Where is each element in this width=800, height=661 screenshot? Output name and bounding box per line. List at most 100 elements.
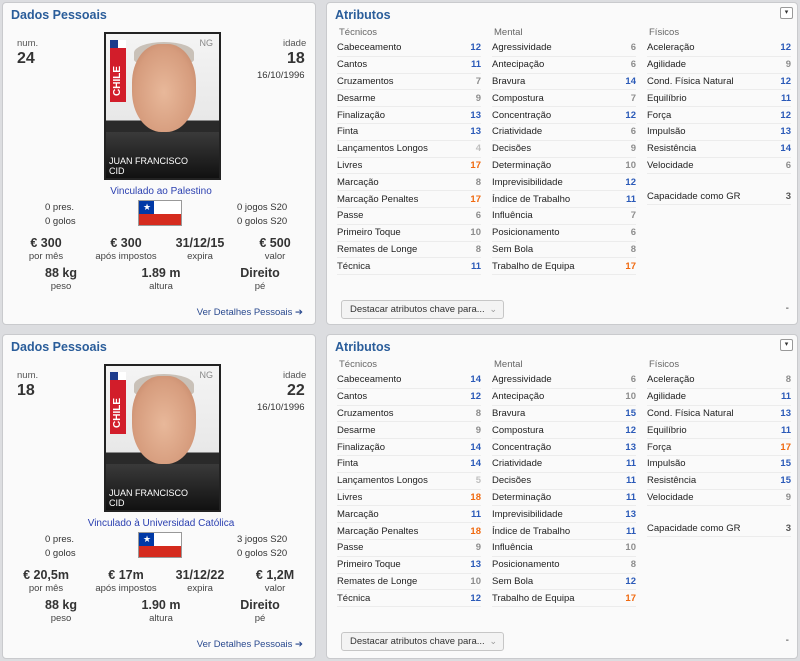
attribute-row-tecnicos[interactable]: Cantos 12 bbox=[337, 389, 481, 406]
attribute-row-mental[interactable]: Compostura 7 bbox=[492, 90, 636, 108]
attribute-row-tecnicos[interactable]: Cruzamentos 8 bbox=[337, 406, 481, 423]
attribute-row-mental[interactable]: Decisões 11 bbox=[492, 473, 636, 490]
attribute-row-fisicos[interactable]: Resistência 15 bbox=[647, 473, 791, 490]
attribute-value: 14 bbox=[470, 441, 481, 453]
attribute-value: 6 bbox=[475, 210, 481, 222]
attribute-row-fisicos[interactable]: Agilidade 11 bbox=[647, 389, 791, 406]
attribute-row-fisicos[interactable]: Aceleração 8 bbox=[647, 372, 791, 389]
attribute-name: Técnica bbox=[337, 260, 371, 272]
attribute-row-mental[interactable]: Imprevisibilidade 12 bbox=[492, 174, 636, 192]
attribute-row-mental[interactable]: Criatividade 6 bbox=[492, 124, 636, 141]
attribute-row-mental[interactable]: Agressividade 6 bbox=[492, 40, 636, 57]
attribute-row-tecnicos[interactable]: Remates de Longe 10 bbox=[337, 574, 481, 591]
attribute-row-tecnicos[interactable]: Livres 17 bbox=[337, 158, 481, 175]
attribute-row-fisicos[interactable]: Equilíbrio 11 bbox=[647, 90, 791, 108]
attribute-value: 15 bbox=[780, 458, 791, 470]
u20-apps: 3 jogos S20 bbox=[237, 534, 288, 545]
attribute-row-mental[interactable]: Compostura 12 bbox=[492, 422, 636, 440]
attribute-row-mental[interactable]: Bravura 14 bbox=[492, 74, 636, 91]
attribute-row-tecnicos[interactable]: Finalização 14 bbox=[337, 439, 481, 456]
attribute-row-mental[interactable]: Posicionamento 6 bbox=[492, 225, 636, 242]
attribute-row-tecnicos[interactable]: Finalização 13 bbox=[337, 107, 481, 124]
highlight-attributes-dropdown[interactable]: Destacar atributos chave para... ⌄ bbox=[341, 632, 504, 651]
attribute-row-tecnicos[interactable]: Finta 14 bbox=[337, 456, 481, 473]
attribute-row-mental[interactable]: Sem Bola 12 bbox=[492, 574, 636, 591]
attribute-row-fisicos[interactable]: Aceleração 12 bbox=[647, 40, 791, 57]
attribute-row-tecnicos[interactable]: Desarme 9 bbox=[337, 90, 481, 108]
attribute-row-mental[interactable]: Trabalho de Equipa 17 bbox=[492, 590, 636, 608]
attribute-name: Passe bbox=[337, 542, 364, 554]
attribute-row-mental[interactable]: Criatividade 11 bbox=[492, 456, 636, 473]
personal-details-link[interactable]: Ver Detalhes Pessoais ➔ bbox=[197, 639, 303, 650]
attribute-row-fisicos[interactable]: Velocidade 6 bbox=[647, 158, 791, 175]
attribute-row-tecnicos[interactable]: Cantos 11 bbox=[337, 57, 481, 74]
attribute-row-mental[interactable]: Antecipação 10 bbox=[492, 389, 636, 406]
attribute-row-fisicos[interactable]: Equilíbrio 11 bbox=[647, 422, 791, 440]
attribute-row-mental[interactable]: Bravura 15 bbox=[492, 406, 636, 423]
attribute-name: Determinação bbox=[492, 491, 552, 503]
attribute-row-mental[interactable]: Trabalho de Equipa 17 bbox=[492, 258, 636, 276]
attribute-row-fisicos[interactable]: Agilidade 9 bbox=[647, 57, 791, 74]
panel-menu-button[interactable]: ▾ bbox=[780, 339, 793, 351]
attribute-row-tecnicos[interactable]: Lançamentos Longos 4 bbox=[337, 141, 481, 158]
attribute-row-fisicos[interactable]: Impulsão 15 bbox=[647, 456, 791, 473]
attribute-row-tecnicos[interactable]: Cabeceamento 12 bbox=[337, 40, 481, 57]
attribute-value: 8 bbox=[475, 243, 481, 255]
attribute-row-mental[interactable]: Índice de Trabalho 11 bbox=[492, 523, 636, 540]
club-link[interactable]: Vinculado à Universidad Católica bbox=[3, 518, 315, 529]
gk-ability-row[interactable]: Capacidade como GR 3 bbox=[647, 520, 791, 537]
panel-menu-button[interactable]: ▾ bbox=[780, 7, 793, 19]
attribute-row-mental[interactable]: Determinação 10 bbox=[492, 158, 636, 175]
attribute-row-mental[interactable]: Posicionamento 8 bbox=[492, 557, 636, 574]
weight-value-label: peso bbox=[50, 281, 72, 292]
attribute-row-mental[interactable]: Agressividade 6 bbox=[492, 372, 636, 389]
attribute-row-fisicos[interactable]: Cond. Física Natural 12 bbox=[647, 74, 791, 91]
attribute-row-fisicos[interactable]: Velocidade 9 bbox=[647, 490, 791, 507]
attribute-row-tecnicos[interactable]: Remates de Longe 8 bbox=[337, 242, 481, 259]
attribute-row-fisicos[interactable]: Impulsão 13 bbox=[647, 124, 791, 141]
attribute-row-tecnicos[interactable]: Marcação 8 bbox=[337, 174, 481, 192]
attribute-row-mental[interactable]: Concentração 13 bbox=[492, 439, 636, 456]
attributes-panel-title: Atributos bbox=[335, 340, 391, 354]
personal-details-label: Ver Detalhes Pessoais bbox=[196, 639, 293, 650]
attribute-row-tecnicos[interactable]: Passe 6 bbox=[337, 208, 481, 225]
attribute-row-tecnicos[interactable]: Livres 18 bbox=[337, 490, 481, 507]
attribute-row-mental[interactable]: Determinação 11 bbox=[492, 490, 636, 507]
attribute-row-fisicos[interactable]: Cond. Física Natural 13 bbox=[647, 406, 791, 423]
attribute-row-mental[interactable]: Influência 10 bbox=[492, 540, 636, 557]
attribute-value: 11 bbox=[780, 391, 791, 403]
highlight-attributes-dropdown[interactable]: Destacar atributos chave para... ⌄ bbox=[341, 300, 504, 319]
personal-details-link[interactable]: Ver Detalhes Pessoais ➔ bbox=[197, 307, 303, 318]
gk-ability-row[interactable]: Capacidade como GR 3 bbox=[647, 188, 791, 205]
attribute-row-tecnicos[interactable]: Finta 13 bbox=[337, 124, 481, 141]
nation-flag[interactable]: ★ bbox=[138, 200, 182, 226]
attribute-row-tecnicos[interactable]: Primeiro Toque 10 bbox=[337, 225, 481, 242]
attribute-row-fisicos[interactable]: Resistência 14 bbox=[647, 141, 791, 158]
nation-flag[interactable]: ★ bbox=[138, 532, 182, 558]
attribute-row-mental[interactable]: Antecipação 6 bbox=[492, 57, 636, 74]
attribute-row-tecnicos[interactable]: Técnica 11 bbox=[337, 258, 481, 276]
attribute-row-tecnicos[interactable]: Desarme 9 bbox=[337, 422, 481, 440]
attribute-row-tecnicos[interactable]: Marcação 11 bbox=[337, 506, 481, 524]
attribute-row-tecnicos[interactable]: Primeiro Toque 13 bbox=[337, 557, 481, 574]
attribute-row-fisicos[interactable]: Força 17 bbox=[647, 439, 791, 456]
attribute-row-mental[interactable]: Concentração 12 bbox=[492, 107, 636, 124]
attribute-row-mental[interactable]: Sem Bola 8 bbox=[492, 242, 636, 259]
attribute-name: Impulsão bbox=[647, 458, 686, 470]
physical-header: Físicos bbox=[649, 359, 680, 370]
attribute-row-mental[interactable]: Imprevisibilidade 13 bbox=[492, 506, 636, 524]
attribute-name: Marcação Penaltes bbox=[337, 193, 419, 205]
attribute-row-tecnicos[interactable]: Lançamentos Longos 5 bbox=[337, 473, 481, 490]
attribute-row-tecnicos[interactable]: Passe 9 bbox=[337, 540, 481, 557]
attribute-row-tecnicos[interactable]: Marcação Penaltes 18 bbox=[337, 523, 481, 540]
attribute-row-fisicos[interactable]: Força 12 bbox=[647, 107, 791, 124]
attribute-row-tecnicos[interactable]: Técnica 12 bbox=[337, 590, 481, 608]
attribute-row-tecnicos[interactable]: Cabeceamento 14 bbox=[337, 372, 481, 389]
attribute-row-tecnicos[interactable]: Marcação Penaltes 17 bbox=[337, 191, 481, 208]
attribute-row-mental[interactable]: Índice de Trabalho 11 bbox=[492, 191, 636, 208]
attribute-row-mental[interactable]: Decisões 9 bbox=[492, 141, 636, 158]
attribute-value: 13 bbox=[470, 559, 481, 571]
club-link[interactable]: Vinculado ao Palestino bbox=[3, 186, 315, 197]
attribute-row-mental[interactable]: Influência 7 bbox=[492, 208, 636, 225]
attribute-row-tecnicos[interactable]: Cruzamentos 7 bbox=[337, 74, 481, 91]
